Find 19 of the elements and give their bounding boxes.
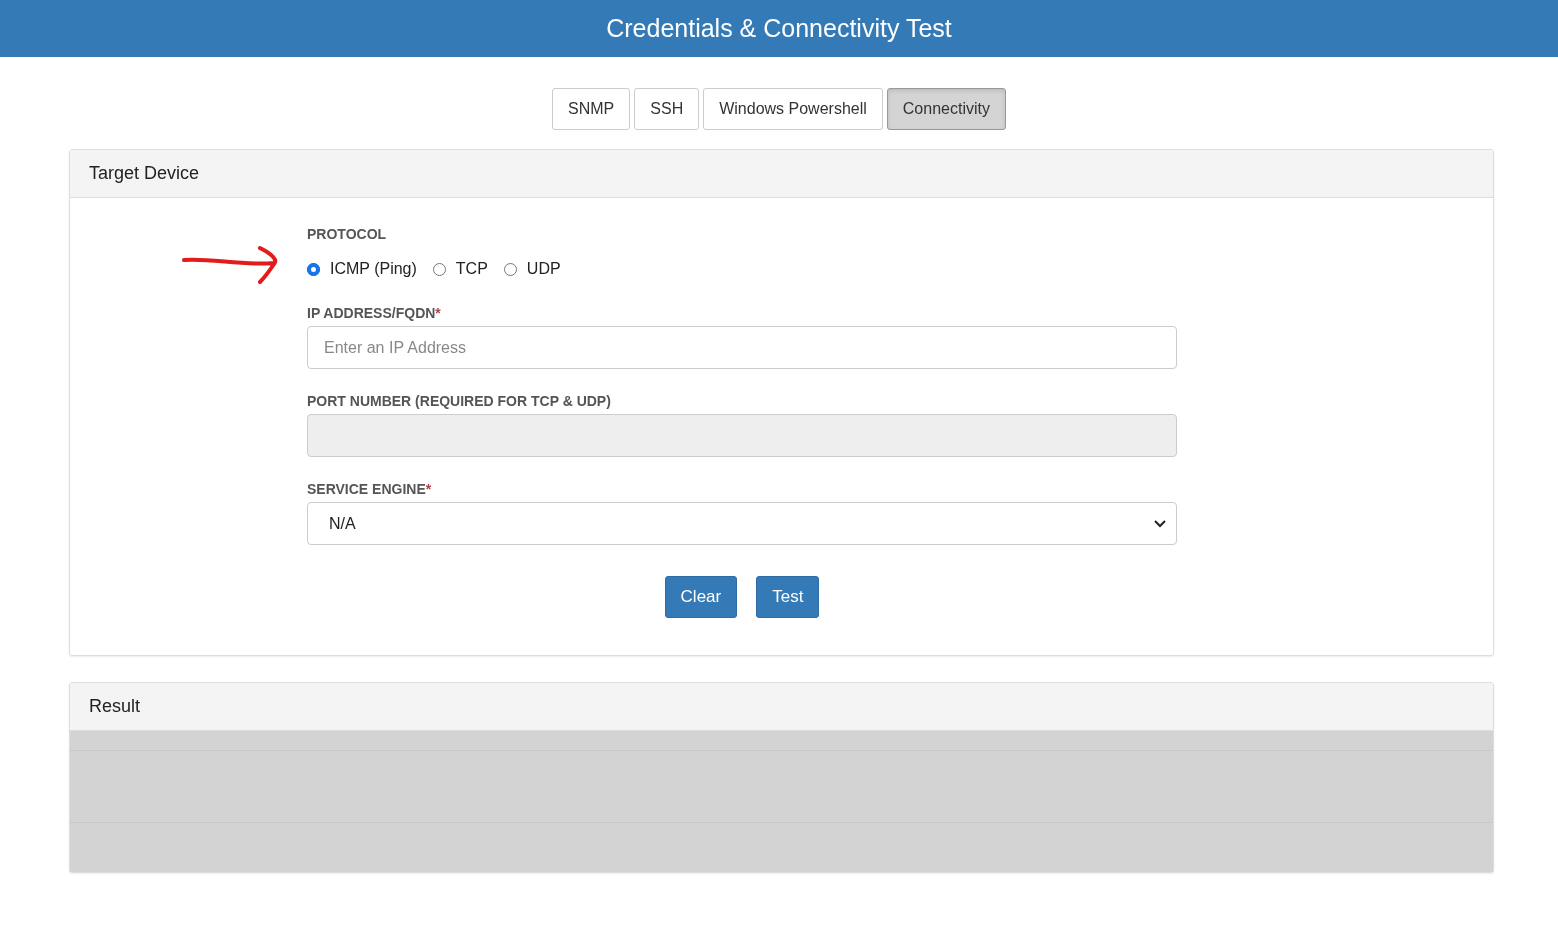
field-label: PROTOCOL xyxy=(307,226,388,242)
field-label: PORT NUMBER (REQUIRED FOR TCP & UDP) xyxy=(307,393,612,409)
radio-option[interactable]: ICMP (Ping) xyxy=(307,257,417,281)
tab[interactable]: SNMP xyxy=(552,88,631,130)
chevron-down-icon xyxy=(1154,519,1166,528)
radio-option[interactable]: UDP xyxy=(503,257,561,281)
radio-option[interactable]: TCP xyxy=(432,257,488,281)
tab[interactable]: SSH xyxy=(634,88,700,130)
select-dropdown[interactable]: N/A xyxy=(307,502,1177,545)
tab[interactable]: Connectivity xyxy=(886,88,1006,130)
tab[interactable]: Windows Powershell xyxy=(703,88,883,130)
field-label: IP ADDRESS/FQDN* xyxy=(307,305,442,321)
panel-title: Target Device xyxy=(89,163,200,184)
panel-title: Result xyxy=(89,696,141,717)
field-label: SERVICE ENGINE* xyxy=(307,481,433,497)
page-title: Credentials & Connectivity Test xyxy=(606,14,952,43)
action-button[interactable]: Clear xyxy=(664,576,738,618)
action-button[interactable]: Test xyxy=(756,576,820,618)
text-field[interactable]: Enter an IP Address xyxy=(307,326,1177,369)
